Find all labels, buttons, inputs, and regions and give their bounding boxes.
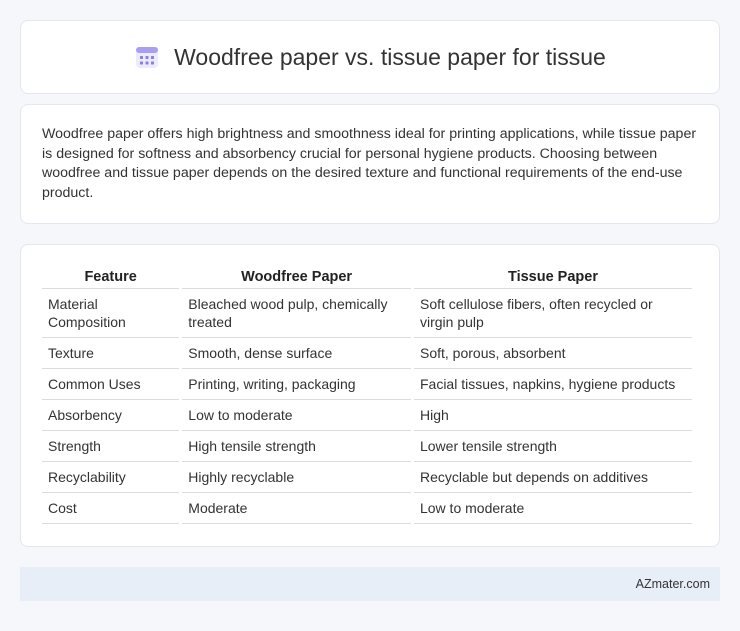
header-tissue: Tissue Paper <box>413 265 692 289</box>
footer: AZmater.com <box>20 567 720 601</box>
row-tissue: Low to moderate <box>413 493 692 524</box>
row-tissue: Soft cellulose fibers, often recycled or… <box>413 289 692 338</box>
header-feature: Feature <box>42 265 180 289</box>
intro-card: Woodfree paper offers high brightness an… <box>20 104 720 224</box>
row-woodfree: Low to moderate <box>182 400 411 431</box>
row-woodfree: High tensile strength <box>182 431 411 462</box>
title-card: Woodfree paper vs. tissue paper for tiss… <box>20 20 720 94</box>
row-tissue: Soft, porous, absorbent <box>413 338 692 369</box>
row-feature: Common Uses <box>42 369 180 400</box>
footer-brand[interactable]: AZmater.com <box>636 577 710 591</box>
comparison-card: Feature Woodfree Paper Tissue Paper Mate… <box>20 244 720 547</box>
table-row: Cost Moderate Low to moderate <box>42 493 692 524</box>
row-feature: Strength <box>42 431 180 462</box>
row-tissue: Lower tensile strength <box>413 431 692 462</box>
table-row: Strength High tensile strength Lower ten… <box>42 431 692 462</box>
table-row: Recyclability Highly recyclable Recyclab… <box>42 462 692 493</box>
calendar-icon <box>134 44 160 70</box>
table-row: Material Composition Bleached wood pulp,… <box>42 289 692 338</box>
row-woodfree: Highly recyclable <box>182 462 411 493</box>
row-feature: Absorbency <box>42 400 180 431</box>
comparison-table: Feature Woodfree Paper Tissue Paper Mate… <box>39 265 695 524</box>
row-woodfree: Smooth, dense surface <box>182 338 411 369</box>
table-row: Common Uses Printing, writing, packaging… <box>42 369 692 400</box>
row-woodfree: Bleached wood pulp, chemically treated <box>182 289 411 338</box>
row-feature: Material Composition <box>42 289 180 338</box>
row-tissue: Recyclable but depends on additives <box>413 462 692 493</box>
row-woodfree: Printing, writing, packaging <box>182 369 411 400</box>
row-feature: Recyclability <box>42 462 180 493</box>
row-feature: Texture <box>42 338 180 369</box>
row-tissue: High <box>413 400 692 431</box>
table-header-row: Feature Woodfree Paper Tissue Paper <box>42 265 692 289</box>
intro-text: Woodfree paper offers high brightness an… <box>42 126 697 201</box>
table-row: Absorbency Low to moderate High <box>42 400 692 431</box>
row-feature: Cost <box>42 493 180 524</box>
table-row: Texture Smooth, dense surface Soft, poro… <box>42 338 692 369</box>
row-tissue: Facial tissues, napkins, hygiene product… <box>413 369 692 400</box>
row-woodfree: Moderate <box>182 493 411 524</box>
page-title: Woodfree paper vs. tissue paper for tiss… <box>174 43 606 70</box>
header-woodfree: Woodfree Paper <box>182 265 411 289</box>
